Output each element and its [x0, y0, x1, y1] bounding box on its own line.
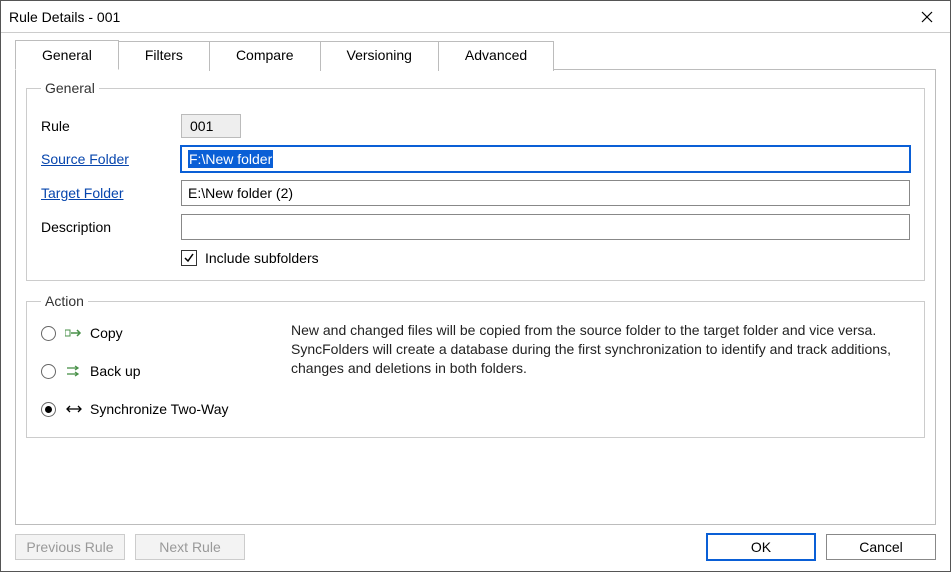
tab-general[interactable]: General: [15, 40, 119, 70]
include-subfolders-checkbox[interactable]: [181, 250, 197, 266]
previous-rule-button[interactable]: Previous Rule: [15, 534, 125, 560]
general-legend: General: [41, 80, 99, 96]
general-group: General Rule 001 Source Folder F:\New fo…: [26, 80, 925, 281]
source-folder-link[interactable]: Source Folder: [41, 151, 181, 167]
tab-compare[interactable]: Compare: [210, 41, 321, 71]
tab-panel-general: General Rule 001 Source Folder F:\New fo…: [15, 69, 936, 525]
titlebar: Rule Details - 001: [1, 1, 950, 33]
action-group: Action Copy: [26, 293, 925, 438]
action-legend: Action: [41, 293, 88, 309]
close-button[interactable]: [904, 2, 950, 32]
next-rule-button[interactable]: Next Rule: [135, 534, 245, 560]
radio-backup[interactable]: [41, 364, 56, 379]
radio-copy[interactable]: [41, 326, 56, 341]
dialog-content: General Filters Compare Versioning Advan…: [1, 33, 950, 525]
include-subfolders-label: Include subfolders: [205, 250, 319, 266]
rule-value: 001: [181, 114, 241, 138]
tab-filters[interactable]: Filters: [119, 41, 210, 71]
target-folder-link[interactable]: Target Folder: [41, 185, 181, 201]
description-label: Description: [41, 219, 181, 235]
window-title: Rule Details - 001: [9, 9, 120, 25]
tab-strip: General Filters Compare Versioning Advan…: [15, 39, 936, 69]
cancel-button[interactable]: Cancel: [826, 534, 936, 560]
tab-versioning[interactable]: Versioning: [321, 41, 439, 71]
target-folder-input[interactable]: [181, 180, 910, 206]
action-options: Copy: [41, 319, 291, 423]
ok-button[interactable]: OK: [706, 533, 816, 561]
tab-advanced[interactable]: Advanced: [439, 41, 554, 71]
source-folder-input[interactable]: [181, 146, 910, 172]
sync-two-way-icon: [64, 401, 84, 417]
action-description: New and changed files will be copied fro…: [291, 319, 910, 423]
radio-copy-label: Copy: [90, 325, 123, 341]
button-bar: Previous Rule Next Rule OK Cancel: [1, 525, 950, 571]
window: Rule Details - 001 General Filters Compa…: [0, 0, 951, 572]
description-input[interactable]: [181, 214, 910, 240]
radio-sync[interactable]: [41, 402, 56, 417]
copy-icon: [64, 325, 84, 341]
rule-label: Rule: [41, 118, 181, 134]
radio-sync-label: Synchronize Two-Way: [90, 401, 229, 417]
radio-backup-label: Back up: [90, 363, 141, 379]
backup-icon: [64, 363, 84, 379]
check-icon: [183, 252, 195, 264]
close-icon: [921, 11, 933, 23]
